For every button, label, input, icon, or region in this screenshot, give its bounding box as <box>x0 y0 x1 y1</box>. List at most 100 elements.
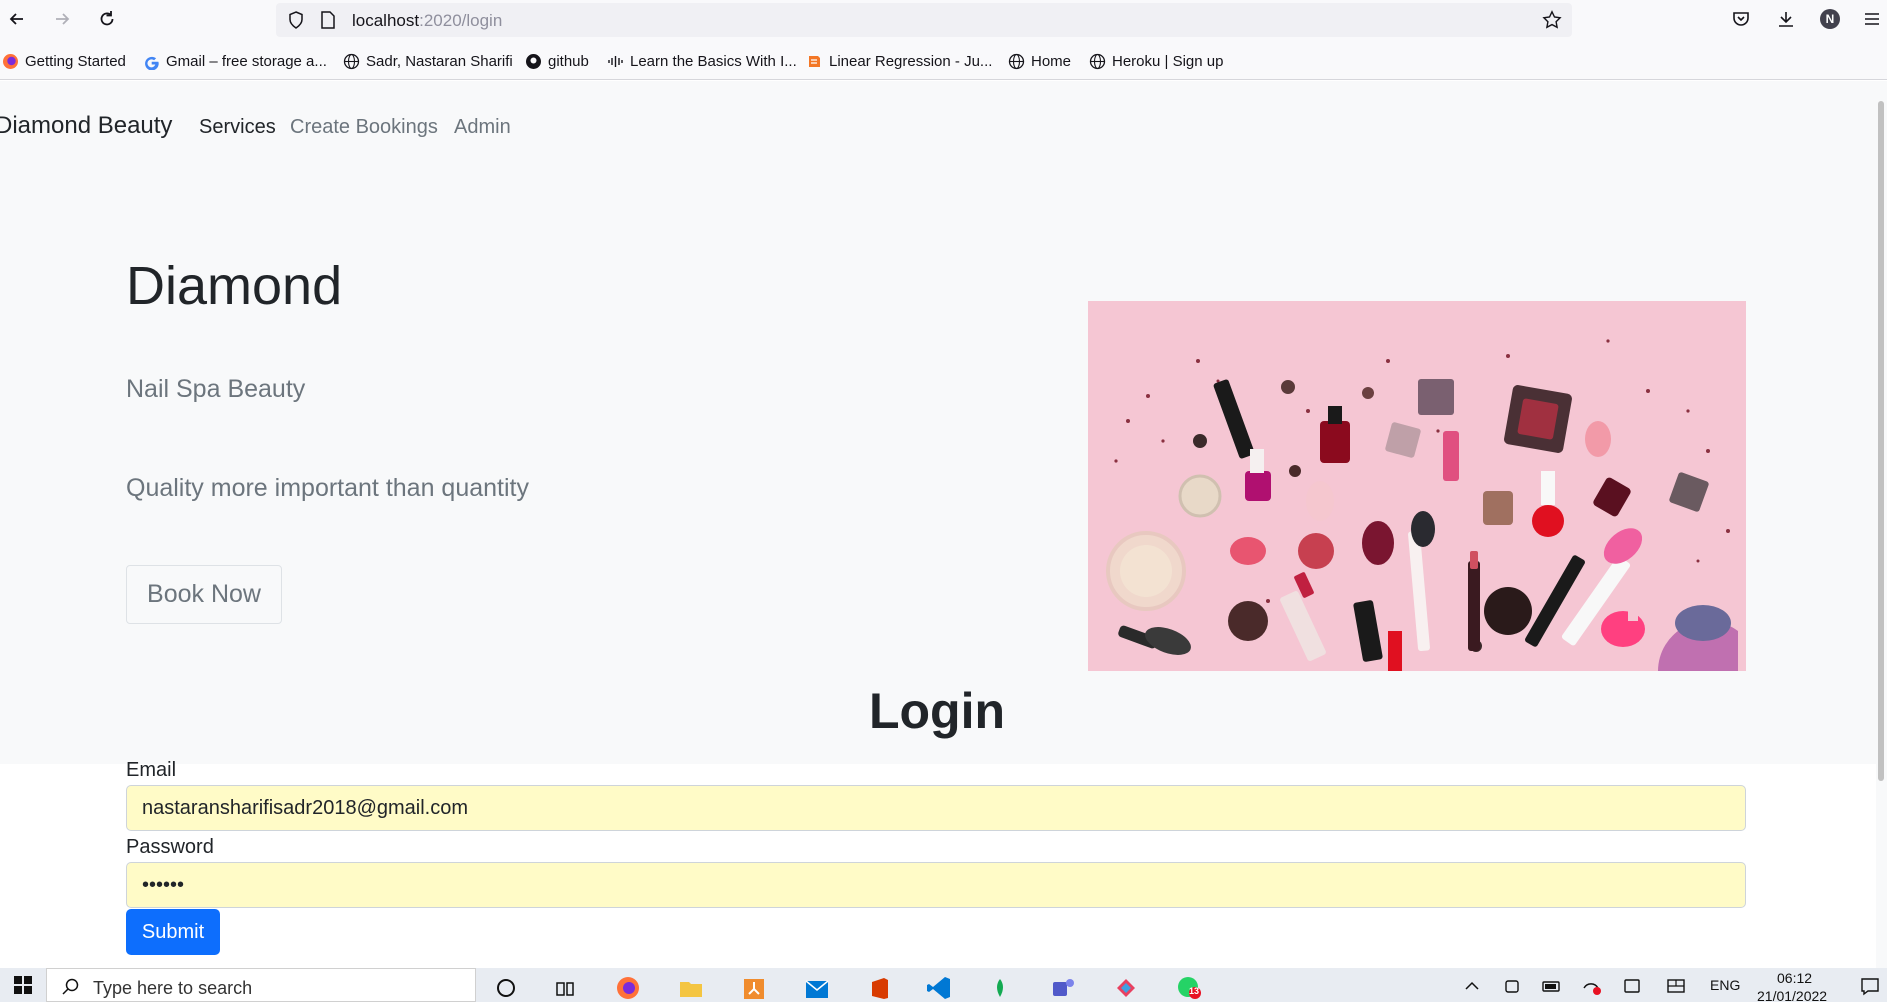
bookmark-linear-regression[interactable]: Linear Regression - Ju... <box>806 51 992 71</box>
tray-meet-now[interactable] <box>1499 972 1527 1000</box>
browser-toolbar: localhost:2020/login N <box>0 0 1887 40</box>
url-host: localhost <box>352 11 420 30</box>
forward-button[interactable] <box>47 4 77 34</box>
download-icon <box>1779 12 1793 27</box>
site-navbar: Diamond Beauty Services Create Bookings … <box>0 81 1887 141</box>
nav-admin[interactable]: Admin <box>454 116 511 139</box>
shield-icon[interactable] <box>286 10 306 30</box>
tray-overflow-button[interactable] <box>1458 972 1486 1000</box>
notifications-icon <box>1861 978 1879 996</box>
globe-icon <box>1089 53 1106 70</box>
hero-title: Diamond <box>126 256 343 316</box>
back-button[interactable] <box>2 4 32 34</box>
clock-date[interactable]: 21/01/2022 <box>1757 988 1827 1002</box>
scrollbar-thumb[interactable] <box>1878 101 1884 781</box>
web-page: Diamond Beauty Services Create Bookings … <box>0 81 1887 968</box>
reload-button[interactable] <box>92 4 122 34</box>
tray-display[interactable] <box>1662 972 1690 1000</box>
clock-time[interactable]: 06:12 <box>1777 970 1812 986</box>
url-text[interactable]: localhost:2020/login <box>352 11 502 31</box>
profile-button[interactable]: N <box>1815 4 1845 34</box>
book-now-button[interactable]: Book Now <box>126 565 282 624</box>
bookmark-github[interactable]: github <box>525 51 589 71</box>
teams-icon <box>1053 979 1074 996</box>
mongodb-leaf-icon <box>997 979 1003 997</box>
menu-button[interactable] <box>1857 4 1887 34</box>
task-view-icon <box>556 982 574 996</box>
start-button[interactable] <box>0 968 46 1002</box>
tray-network[interactable] <box>1578 972 1606 1000</box>
site-brand[interactable]: Diamond Beauty <box>0 112 172 140</box>
task-view-button[interactable] <box>551 972 579 1000</box>
google-icon <box>143 53 160 70</box>
bookmark-gmail[interactable]: Gmail – free storage a... <box>143 51 327 71</box>
taskbar-mongodb[interactable] <box>986 972 1014 1000</box>
bookmark-home[interactable]: Home <box>1008 51 1071 71</box>
taskbar-firefox[interactable] <box>614 972 642 1000</box>
folder-icon <box>680 982 702 997</box>
pocket-button[interactable] <box>1726 4 1756 34</box>
network-app-icon <box>744 979 764 999</box>
bookmarks-bar: Getting Started Gmail – free storage a..… <box>0 40 1887 80</box>
bookmark-label: github <box>548 52 589 70</box>
hero-subtitle: Nail Spa Beauty <box>126 375 306 403</box>
password-label: Password <box>126 836 214 858</box>
taskbar-vscode[interactable] <box>925 972 953 1000</box>
notification-center-button[interactable] <box>1856 972 1884 1000</box>
hamburger-menu-icon <box>1865 13 1879 25</box>
login-title: Login <box>868 683 1006 739</box>
vscode-icon <box>927 977 950 999</box>
email-label: Email <box>126 759 177 781</box>
cortana-button[interactable] <box>492 972 520 1000</box>
language-indicator[interactable]: ENG <box>1710 977 1740 993</box>
tray-device[interactable] <box>1618 972 1646 1000</box>
bookmark-label: Learn the Basics With I... <box>630 52 797 70</box>
taskbar-teams[interactable] <box>1049 972 1077 1000</box>
bookmark-sadr-nastaran[interactable]: Sadr, Nastaran Sharifi <box>343 51 513 71</box>
device-sync-icon <box>1624 979 1640 993</box>
bookmark-heroku[interactable]: Heroku | Sign up <box>1089 51 1223 71</box>
page-scrollbar[interactable] <box>1876 81 1887 968</box>
nav-services[interactable]: Services <box>199 116 276 139</box>
chevron-up-icon <box>1465 981 1479 990</box>
taskbar-office[interactable] <box>866 972 894 1000</box>
password-field[interactable] <box>126 862 1746 908</box>
windows-logo-icon <box>14 976 32 994</box>
email-field[interactable] <box>126 785 1746 831</box>
cisco-icon <box>607 53 624 70</box>
reload-icon <box>100 11 114 26</box>
notification-badge: 13 <box>1189 986 1200 996</box>
taskbar-file-explorer[interactable] <box>677 972 705 1000</box>
bookmark-learn-basics[interactable]: Learn the Basics With I... <box>607 51 797 71</box>
cortana-circle-icon <box>497 979 515 997</box>
taskbar-app-orange[interactable] <box>740 972 768 1000</box>
forward-arrow-icon <box>56 13 70 25</box>
hero-section: Diamond Nail Spa Beauty Quality more imp… <box>0 141 1887 764</box>
back-arrow-icon <box>9 13 23 25</box>
battery-icon <box>1542 981 1560 992</box>
bookmark-label: Heroku | Sign up <box>1112 52 1224 70</box>
address-bar[interactable]: localhost:2020/login <box>276 3 1572 37</box>
taskbar-search[interactable]: Type here to search <box>46 968 476 1002</box>
bookmark-getting-started[interactable]: Getting Started <box>2 51 126 71</box>
url-path: :2020/login <box>419 11 503 30</box>
office-icon <box>872 978 888 999</box>
webcam-icon <box>1505 980 1519 993</box>
downloads-button[interactable] <box>1771 4 1801 34</box>
mail-icon <box>805 980 829 998</box>
submit-button[interactable]: Submit <box>126 909 220 955</box>
bookmark-label: Linear Regression - Ju... <box>829 52 993 70</box>
display-icon <box>1667 979 1685 993</box>
taskbar-app-diamond[interactable] <box>1112 972 1140 1000</box>
search-icon <box>62 978 79 995</box>
nav-create-bookings[interactable]: Create Bookings <box>290 116 438 139</box>
taskbar-whatsapp[interactable]: 13 <box>1175 972 1203 1000</box>
hero-tagline: Quality more important than quantity <box>126 474 529 502</box>
tray-battery[interactable] <box>1538 972 1566 1000</box>
taskbar-mail[interactable] <box>803 972 831 1000</box>
pocket-icon <box>1733 12 1749 26</box>
cosmetics-flatlay-image <box>1088 301 1746 671</box>
bookmark-star-icon[interactable] <box>1542 10 1562 30</box>
globe-icon <box>343 53 360 70</box>
diamond-app-icon <box>1117 979 1135 997</box>
